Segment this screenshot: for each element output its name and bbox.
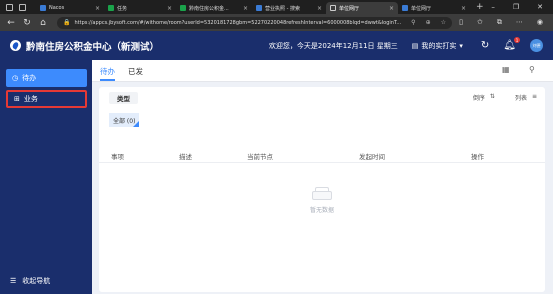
tab-actions-icon[interactable] (19, 3, 26, 11)
notification-badge: 1 (514, 37, 520, 43)
column-header: 发起时间 (359, 153, 385, 161)
clock-icon: ◷ (12, 74, 19, 82)
app-title: 黔南住房公积金中心（新测试） (26, 41, 160, 53)
sort-desc-button[interactable]: 倒序 (473, 93, 485, 102)
calendar-icon[interactable]: ▦ (502, 65, 510, 74)
window-controls: – ❐ ✕ (491, 3, 553, 11)
sidebar-item-label: 业务 (23, 95, 38, 103)
column-header: 操作 (471, 153, 484, 161)
close-icon[interactable]: × (167, 5, 172, 12)
sidebar-item-todo[interactable]: ◷ 待办 (6, 69, 87, 87)
empty-state: 暂无数据 (99, 185, 545, 214)
close-window-icon[interactable]: ✕ (537, 3, 543, 11)
close-icon[interactable]: × (461, 5, 466, 12)
window-icons (0, 3, 36, 11)
empty-box-icon (310, 185, 334, 201)
unit-hall-favicon-icon (402, 5, 408, 11)
type-label: 类型 (109, 92, 138, 104)
sort-icon[interactable]: ⇅ (490, 93, 495, 102)
bell-icon[interactable]: 🔔︎ 1 (503, 37, 520, 51)
url-text: https://appcs.jbysoft.com/#/withome/room… (74, 19, 402, 26)
site-favicon-icon (180, 5, 186, 11)
building-icon: ▤ (411, 41, 419, 50)
search-favicon-icon (256, 5, 262, 11)
table-header: 事项 描述 当前节点 发起时间 操作 (99, 147, 545, 163)
browser-tab-label: Nacos (49, 5, 65, 11)
app-logo-icon (10, 40, 21, 51)
reload-icon[interactable]: ↻ (19, 18, 35, 28)
browser-tab-unit-hall-active[interactable]: 单位网厅 × (326, 2, 398, 14)
app-header: 黔南住房公积金中心（新测试） 欢迎您，今天是2024年12月11日 星期三 ▤ … (0, 31, 553, 60)
collapse-nav-button[interactable]: ☰ 收起导航 (10, 276, 50, 286)
favorites-icon[interactable]: ✩ (477, 18, 483, 27)
sidebar-item-label: 待办 (22, 74, 37, 82)
home-icon[interactable]: ⌂ (35, 18, 51, 28)
new-tab-button[interactable]: + (476, 2, 484, 12)
collections-icon[interactable]: ⧉ (497, 18, 502, 27)
header-actions: ↻ 🔔︎ 1 刘德 (481, 37, 543, 52)
close-icon[interactable]: × (243, 5, 248, 12)
menu-icon: ☰ (10, 277, 17, 285)
task-favicon-icon (108, 5, 114, 11)
address-bar-icons: ⚲ ⊕ ☆ (405, 19, 446, 26)
list-icon[interactable]: ≡ (532, 93, 537, 102)
location-icon[interactable]: ⚲ (411, 19, 415, 26)
workspace-icon[interactable] (6, 3, 13, 11)
welcome-text: 欢迎您，今天是2024年12月11日 星期三 (268, 41, 398, 50)
browser-tab-strip: Nacos × 任务 × 黔南住房公积金... × 营业执照 - 搜索 × 单位… (0, 0, 553, 14)
back-icon[interactable]: ← (3, 18, 19, 28)
sort-controls: 倒序 ⇅ 列表 ≡ (473, 93, 537, 102)
sidebar: ◷ 待办 ⊞ 业务 ☰ 收起导航 (0, 60, 92, 294)
browser-tab-label: 任务 (117, 5, 128, 12)
copilot-icon[interactable]: ◉ (537, 18, 543, 27)
avatar[interactable]: 刘德 (530, 39, 543, 52)
sidebar-item-business[interactable]: ⊞ 业务 (6, 90, 87, 108)
column-header: 描述 (179, 153, 192, 161)
office-selector[interactable]: ▤ 我的实打实 ▾ (412, 41, 463, 51)
task-table: 事项 描述 当前节点 发起时间 操作 暂无数据 (99, 147, 545, 292)
tab-todo[interactable]: 待办 (100, 66, 115, 81)
search-icon[interactable]: ⚲ (529, 65, 535, 74)
browser-tab-tasks[interactable]: 任务 × (104, 2, 176, 14)
browser-tab-unit-hall[interactable]: 单位网厅 × (398, 2, 470, 14)
translate-icon[interactable]: ⊕ (426, 19, 431, 26)
caret-down-icon: ▾ (459, 41, 463, 50)
lock-icon: 🔒 (63, 19, 71, 26)
browser-tab-search[interactable]: 营业执照 - 搜索 × (252, 2, 326, 14)
column-header: 当前节点 (247, 153, 273, 161)
refresh-icon[interactable]: ↻ (481, 40, 489, 51)
close-icon[interactable]: × (95, 5, 100, 12)
minimize-icon[interactable]: – (491, 3, 495, 11)
browser-right-tools: ▯ ✩ ⧉ ⋯ ◉ (459, 18, 553, 27)
collapse-nav-label: 收起导航 (22, 277, 51, 285)
office-name: 我的实打实 (421, 41, 457, 50)
grid-icon: ⊞ (14, 95, 20, 103)
browser-tab-label: 营业执照 - 搜索 (265, 5, 300, 12)
main-tabs: 待办 已发 ▦ ⚲ (92, 60, 553, 82)
main-content: 待办 已发 ▦ ⚲ 类型 倒序 ⇅ 列表 ≡ 全部 (0) 事项 描述 当前节点… (92, 60, 553, 294)
tab-sent[interactable]: 已发 (128, 66, 143, 77)
address-bar[interactable]: 🔒 https://appcs.jbysoft.com/#/withome/ro… (57, 16, 452, 29)
page-favicon-icon (330, 5, 336, 11)
browser-tab-label: 单位网厅 (339, 5, 360, 12)
browser-tab-qiannan[interactable]: 黔南住房公积金... × (176, 2, 252, 14)
list-view-button[interactable]: 列表 (515, 93, 527, 102)
all-filter-chip[interactable]: 全部 (0) (109, 113, 140, 127)
close-icon[interactable]: × (389, 5, 394, 12)
restore-icon[interactable]: ❐ (513, 3, 519, 11)
browser-tab-nacos[interactable]: Nacos × (36, 2, 104, 14)
column-header: 事项 (111, 153, 124, 161)
browser-tab-label: 黔南住房公积金... (189, 5, 229, 12)
empty-text: 暂无数据 (309, 207, 334, 214)
close-icon[interactable]: × (317, 5, 322, 12)
nacos-favicon-icon (40, 5, 46, 11)
bookmark-star-icon[interactable]: ☆ (441, 19, 446, 26)
more-icon[interactable]: ⋯ (516, 18, 523, 27)
split-screen-icon[interactable]: ▯ (459, 18, 463, 27)
browser-toolbar: ← ↻ ⌂ 🔒 https://appcs.jbysoft.com/#/with… (0, 14, 553, 31)
browser-tab-label: 单位网厅 (411, 5, 432, 12)
